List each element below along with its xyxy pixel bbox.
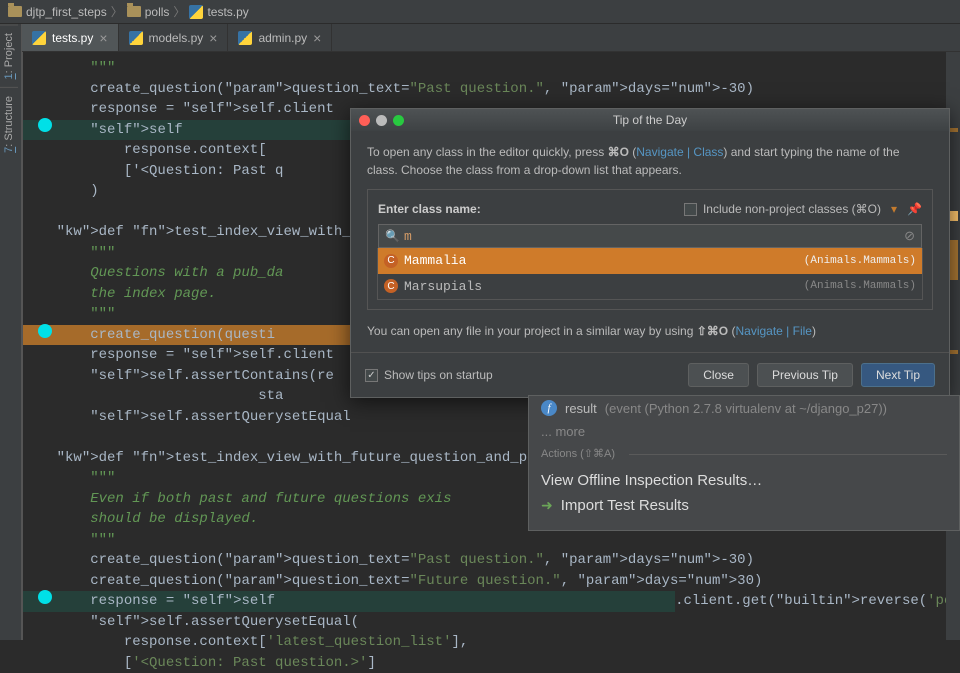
tip-footer: ✓ Show tips on startup Close Previous Ti… bbox=[351, 352, 949, 397]
tip-of-the-day-dialog: Tip of the Day To open any class in the … bbox=[350, 108, 950, 398]
breakpoint-icon[interactable] bbox=[38, 324, 52, 338]
next-tip-button[interactable]: Next Tip bbox=[861, 363, 935, 387]
enter-class-label: Enter class name: bbox=[378, 200, 481, 218]
checkbox-icon: ✓ bbox=[365, 369, 378, 382]
breadcrumb: djtp_first_steps 〉 polls 〉 tests.py bbox=[0, 0, 960, 24]
chevron-right-icon: 〉 bbox=[173, 3, 185, 20]
class-search-input-wrap[interactable]: 🔍 ⊘ bbox=[378, 224, 922, 248]
breakpoint-icon[interactable] bbox=[38, 590, 52, 604]
zoom-window-icon[interactable] bbox=[393, 115, 404, 126]
python-file-icon bbox=[32, 31, 46, 45]
sidebar-tab-project[interactable]: 1: Project bbox=[0, 24, 18, 87]
close-icon[interactable]: × bbox=[209, 30, 217, 46]
python-file-icon bbox=[238, 31, 252, 45]
close-window-icon[interactable] bbox=[359, 115, 370, 126]
dialog-titlebar[interactable]: Tip of the Day bbox=[351, 109, 949, 131]
se-action[interactable]: ➜ Import Test Results bbox=[529, 493, 959, 518]
dialog-title: Tip of the Day bbox=[613, 113, 687, 127]
sidebar-tab-structure[interactable]: 7: Structure bbox=[0, 87, 18, 161]
breadcrumb-project-label: djtp_first_steps bbox=[26, 5, 107, 19]
filter-icon[interactable]: ▾ bbox=[891, 200, 897, 218]
class-result-path: (Animals.Mammals) bbox=[804, 278, 916, 295]
field-icon: f bbox=[541, 400, 557, 416]
class-icon: C bbox=[384, 279, 398, 293]
window-controls bbox=[359, 115, 404, 126]
tip-link[interactable]: Navigate | File bbox=[735, 324, 811, 338]
editor-tab-label: models.py bbox=[149, 31, 204, 45]
clear-icon[interactable]: ⊘ bbox=[904, 226, 915, 246]
folder-icon bbox=[8, 6, 22, 17]
gutter[interactable] bbox=[22, 52, 23, 640]
breadcrumb-file-label: tests.py bbox=[207, 5, 248, 19]
chevron-right-icon: 〉 bbox=[111, 3, 123, 20]
include-non-project-checkbox[interactable]: Include non-project classes (⌘O) bbox=[684, 200, 881, 218]
left-toolbar: 1: Project 7: Structure bbox=[0, 24, 22, 640]
class-search-panel: Enter class name: Include non-project cl… bbox=[367, 189, 933, 310]
class-result-name: Marsupials bbox=[404, 277, 482, 297]
se-result-name: result bbox=[565, 401, 597, 416]
editor-tab[interactable]: admin.py × bbox=[228, 24, 332, 51]
se-section-actions: Actions (⇧⌘A) bbox=[529, 443, 959, 464]
close-icon[interactable]: × bbox=[99, 30, 107, 46]
python-file-icon bbox=[189, 5, 203, 19]
editor-tab-label: tests.py bbox=[52, 31, 93, 45]
editor-tab[interactable]: models.py × bbox=[119, 24, 229, 51]
se-result-row[interactable]: f result (event (Python 2.7.8 virtualenv… bbox=[529, 396, 959, 420]
previous-tip-button[interactable]: Previous Tip bbox=[757, 363, 853, 387]
tip-body: To open any class in the editor quickly,… bbox=[351, 131, 949, 352]
editor-tab[interactable]: tests.py × bbox=[22, 24, 119, 51]
se-action[interactable]: View Offline Inspection Results… bbox=[529, 464, 959, 493]
se-more[interactable]: ... more bbox=[529, 420, 959, 443]
breadcrumb-folder-label: polls bbox=[145, 5, 170, 19]
show-tips-checkbox[interactable]: ✓ Show tips on startup bbox=[365, 368, 493, 382]
tip-text: To open any class in the editor quickly,… bbox=[367, 143, 933, 179]
class-result-path: (Animals.Mammals) bbox=[804, 253, 916, 270]
tip-text-2: You can open any file in your project in… bbox=[367, 322, 933, 340]
import-icon: ➜ bbox=[541, 497, 553, 514]
tip-link[interactable]: Navigate | Class bbox=[636, 145, 723, 159]
breadcrumb-folder[interactable]: polls bbox=[127, 5, 170, 19]
class-result-name: Mammalia bbox=[404, 251, 466, 271]
breakpoint-icon[interactable] bbox=[38, 118, 52, 132]
close-button[interactable]: Close bbox=[688, 363, 749, 387]
search-everywhere-popup: f result (event (Python 2.7.8 virtualenv… bbox=[528, 395, 960, 531]
python-file-icon bbox=[129, 31, 143, 45]
breadcrumb-project[interactable]: djtp_first_steps bbox=[8, 5, 107, 19]
breadcrumb-file[interactable]: tests.py bbox=[189, 5, 248, 19]
se-result-detail: (event (Python 2.7.8 virtualenv at ~/dja… bbox=[605, 401, 887, 416]
class-search-input[interactable] bbox=[404, 229, 900, 244]
pin-icon[interactable]: 📌 bbox=[907, 200, 922, 218]
search-icon: 🔍 bbox=[385, 227, 400, 245]
class-search-results: C Mammalia (Animals.Mammals) C Marsupial… bbox=[377, 248, 923, 300]
close-icon[interactable]: × bbox=[313, 30, 321, 46]
class-result[interactable]: C Marsupials (Animals.Mammals) bbox=[378, 274, 922, 300]
checkbox-icon bbox=[684, 203, 697, 216]
editor-tabs: tests.py × models.py × admin.py × bbox=[22, 24, 960, 52]
folder-icon bbox=[127, 6, 141, 17]
editor-tab-label: admin.py bbox=[258, 31, 307, 45]
class-icon: C bbox=[384, 254, 398, 268]
minimize-window-icon[interactable] bbox=[376, 115, 387, 126]
class-result[interactable]: C Mammalia (Animals.Mammals) bbox=[378, 248, 922, 274]
